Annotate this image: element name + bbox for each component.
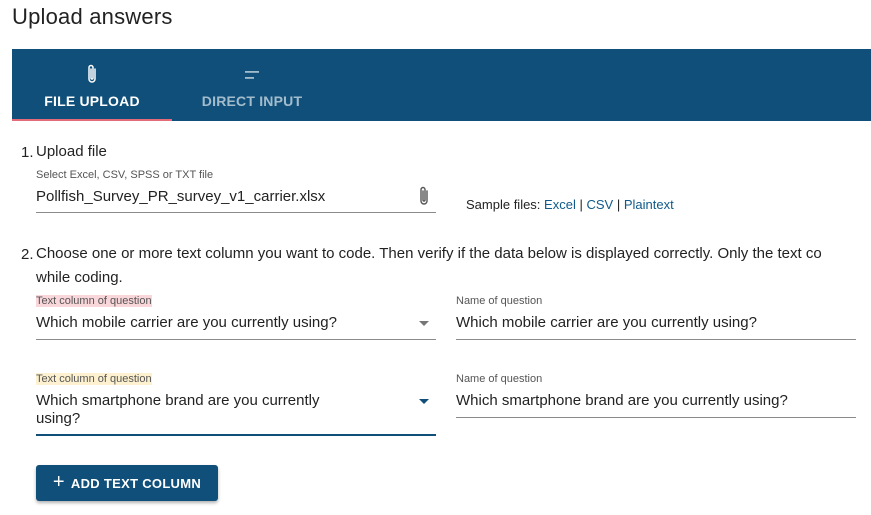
add-text-column-label: ADD TEXT COLUMN: [70, 475, 202, 491]
text-lines-icon: [243, 67, 261, 85]
text-column-underline-focused: [36, 434, 436, 436]
step-2-number: 2.: [21, 246, 34, 263]
step-2-text-line2: while coding.: [36, 269, 123, 286]
text-column-label: Text column of question: [36, 295, 152, 307]
step-1-title: Upload file: [36, 143, 107, 160]
sample-separator: |: [616, 197, 621, 212]
sample-files-label: Sample files:: [466, 197, 541, 212]
file-field-value[interactable]: Pollfish_Survey_PR_survey_v1_carrier.xls…: [36, 188, 325, 205]
text-column-select[interactable]: Which mobile carrier are you currently u…: [36, 314, 337, 331]
text-column-label: Text column of question: [36, 373, 152, 385]
attach-file-icon[interactable]: [417, 185, 431, 212]
add-text-column-button[interactable]: + ADD TEXT COLUMN: [36, 465, 218, 501]
plus-icon: +: [52, 471, 65, 493]
question-name-underline: [456, 417, 856, 418]
question-name-label: Name of question: [456, 373, 543, 385]
question-name-label: Name of question: [456, 295, 543, 307]
chevron-down-icon[interactable]: [419, 321, 429, 326]
chevron-down-icon[interactable]: [419, 399, 429, 404]
question-name-input[interactable]: Which mobile carrier are you currently u…: [456, 314, 757, 331]
sample-plaintext-link[interactable]: Plaintext: [624, 197, 674, 212]
page-title: Upload answers: [12, 4, 173, 29]
sample-csv-link[interactable]: CSV: [586, 197, 613, 212]
question-name-input[interactable]: Which smartphone brand are you currently…: [456, 392, 788, 409]
sample-excel-link[interactable]: Excel: [544, 197, 576, 212]
tab-file-upload[interactable]: FILE UPLOAD: [12, 49, 172, 121]
tab-bar: FILE UPLOAD DIRECT INPUT: [12, 49, 871, 121]
file-field-underline: [36, 212, 436, 213]
sample-files: Sample files: Excel | CSV | Plaintext: [466, 197, 674, 212]
text-column-select-line2[interactable]: using?: [36, 410, 80, 427]
file-field-label: Select Excel, CSV, SPSS or TXT file: [36, 169, 214, 181]
step-1-number: 1.: [21, 144, 34, 161]
active-tab-indicator: [12, 119, 172, 121]
step-2-text-line1: Choose one or more text column you want …: [36, 245, 822, 262]
text-column-select-line1[interactable]: Which smartphone brand are you currently: [36, 392, 319, 409]
text-column-underline: [36, 339, 436, 340]
sample-separator: |: [579, 197, 583, 212]
paperclip-icon: [85, 63, 99, 90]
question-name-underline: [456, 339, 856, 340]
tab-direct-input-label: DIRECT INPUT: [201, 93, 303, 109]
tab-file-upload-label: FILE UPLOAD: [44, 93, 140, 109]
tab-direct-input[interactable]: DIRECT INPUT: [172, 49, 332, 121]
